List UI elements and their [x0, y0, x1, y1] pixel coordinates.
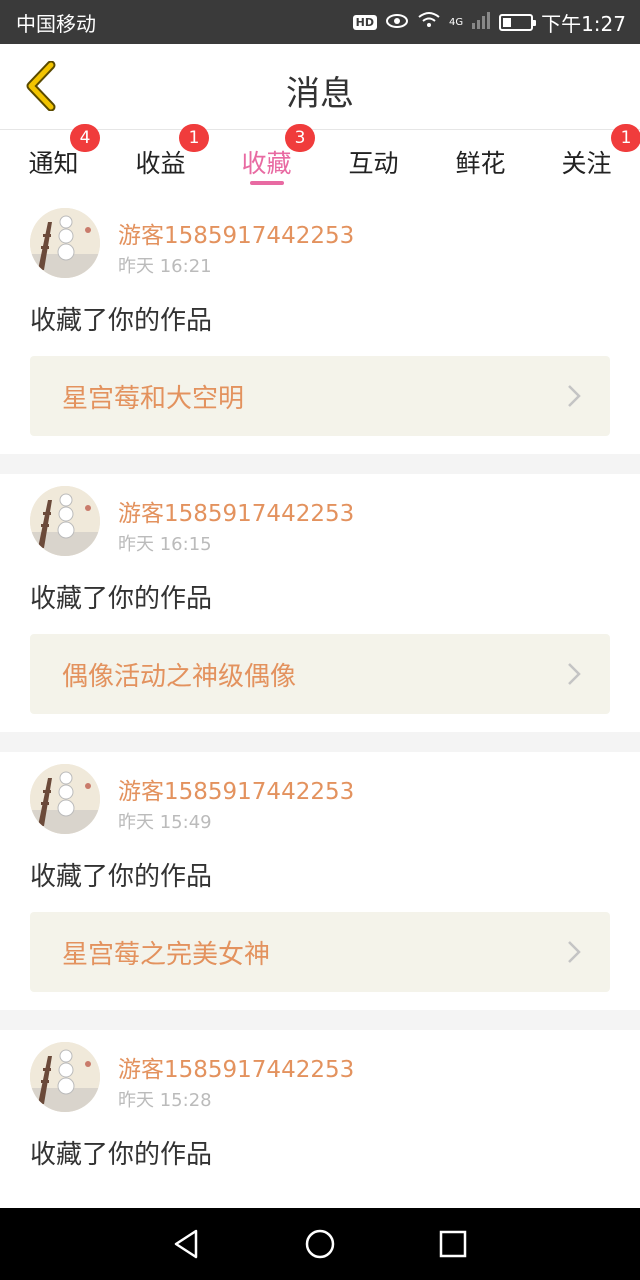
- user-name[interactable]: 游客1585917442253: [118, 1050, 354, 1084]
- tab-interactions[interactable]: 互动: [320, 130, 427, 196]
- work-title: 星宫莓和大空明: [62, 383, 245, 414]
- tab-label: 关注: [561, 149, 612, 178]
- carrier-label: 中国移动: [16, 11, 96, 36]
- timestamp: 昨天 15:49: [118, 812, 212, 833]
- status-icons: HD 4G 下午1:27: [352, 8, 626, 37]
- circle-home-icon: [305, 1229, 335, 1259]
- work-link[interactable]: 星宫莓和大空明: [30, 356, 610, 436]
- message-list[interactable]: 游客1585917442253 昨天 16:21 收藏了你的作品 星宫莓和大空明…: [0, 196, 640, 1208]
- home-nav-button[interactable]: [290, 1214, 350, 1274]
- avatar[interactable]: [30, 208, 100, 278]
- work-link[interactable]: 偶像活动之神级偶像: [30, 634, 610, 714]
- status-bar: 中国移动 HD 4G 下午1:27: [0, 0, 640, 44]
- page-title: 消息: [286, 74, 354, 114]
- battery-icon: [499, 13, 537, 31]
- work-title: 偶像活动之神级偶像: [62, 661, 297, 692]
- hd-icon: HD: [352, 14, 377, 30]
- header: 消息: [0, 44, 640, 130]
- active-tab-indicator: [249, 181, 284, 185]
- message-card: 游客1585917442253 昨天 15:28 收藏了你的作品: [0, 1030, 640, 1208]
- tab-follows[interactable]: 关注 1: [533, 124, 640, 196]
- action-text: 收藏了你的作品: [30, 306, 213, 336]
- tab-label: 收藏: [241, 149, 292, 178]
- square-recents-icon: [440, 1230, 467, 1258]
- tab-earnings[interactable]: 收益 1: [107, 124, 214, 196]
- network-type: 4G: [448, 16, 464, 28]
- tab-label: 鲜花: [455, 149, 506, 178]
- avatar[interactable]: [30, 486, 100, 556]
- back-nav-button[interactable]: [157, 1214, 217, 1274]
- signal-icon: [471, 10, 491, 34]
- clock: 下午1:27: [541, 11, 626, 36]
- chevron-right-icon: [568, 385, 581, 407]
- user-name[interactable]: 游客1585917442253: [118, 494, 354, 528]
- eye-icon: [385, 10, 409, 34]
- timestamp: 昨天 15:28: [118, 1090, 212, 1111]
- tab-label: 收益: [135, 149, 186, 178]
- action-text: 收藏了你的作品: [30, 584, 213, 614]
- unread-badge: 1: [179, 124, 209, 152]
- message-card: 游客1585917442253 昨天 16:21 收藏了你的作品 星宫莓和大空明: [0, 196, 640, 454]
- avatar[interactable]: [30, 1042, 100, 1112]
- message-card: 游客1585917442253 昨天 16:15 收藏了你的作品 偶像活动之神级…: [0, 474, 640, 732]
- triangle-back-icon: [174, 1229, 197, 1259]
- user-name[interactable]: 游客1585917442253: [118, 216, 354, 250]
- user-name[interactable]: 游客1585917442253: [118, 772, 354, 806]
- timestamp: 昨天 16:21: [118, 256, 212, 277]
- message-card: 游客1585917442253 昨天 15:49 收藏了你的作品 星宫莓之完美女…: [0, 752, 640, 1010]
- chevron-right-icon: [568, 941, 581, 963]
- action-text: 收藏了你的作品: [30, 862, 213, 892]
- message-tabs: 通知 4 收益 1 收藏 3 互动 鲜花 关注 1: [0, 124, 640, 196]
- avatar[interactable]: [30, 764, 100, 834]
- chevron-right-icon: [568, 663, 581, 685]
- tab-label: 互动: [348, 149, 399, 178]
- tab-label: 通知: [28, 149, 79, 178]
- unread-badge: 1: [611, 124, 640, 152]
- timestamp: 昨天 16:15: [118, 534, 212, 555]
- work-title: 星宫莓之完美女神: [62, 939, 271, 970]
- recents-nav-button[interactable]: [423, 1214, 483, 1274]
- tab-notifications[interactable]: 通知 4: [0, 124, 107, 196]
- unread-badge: 4: [70, 124, 100, 152]
- action-text: 收藏了你的作品: [30, 1140, 213, 1170]
- tab-flowers[interactable]: 鲜花: [427, 130, 534, 196]
- system-nav-bar: [0, 1208, 640, 1280]
- unread-badge: 3: [285, 124, 315, 152]
- tab-favorites[interactable]: 收藏 3: [213, 124, 320, 196]
- wifi-icon: [417, 10, 441, 34]
- work-link[interactable]: 星宫莓之完美女神: [30, 912, 610, 992]
